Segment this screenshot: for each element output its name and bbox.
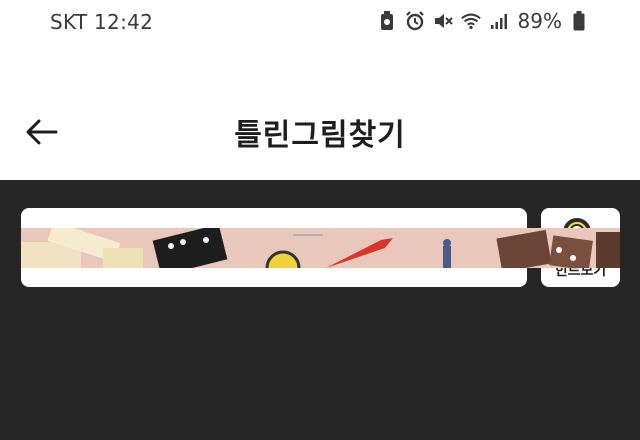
battery-icon [568, 10, 590, 32]
puzzle-image[interactable] [21, 228, 620, 268]
signal-icon [488, 10, 510, 32]
battery-percent: 89% [517, 9, 562, 33]
status-bar: SKT 12:42 89% [0, 0, 640, 46]
alarm-icon [404, 10, 426, 32]
app-header: 틀린그림찾기 [0, 46, 640, 180]
game-area: × 2 정답 힌트보기 [0, 180, 640, 440]
page-title: 틀린그림찾기 [234, 118, 406, 153]
dominoes-image [21, 228, 620, 268]
wifi-icon [460, 10, 482, 32]
carrier-time: SKT 12:42 [50, 10, 154, 34]
mute-icon [432, 10, 454, 32]
battery-saver-icon [376, 10, 398, 32]
status-icons: 89% [376, 9, 590, 33]
